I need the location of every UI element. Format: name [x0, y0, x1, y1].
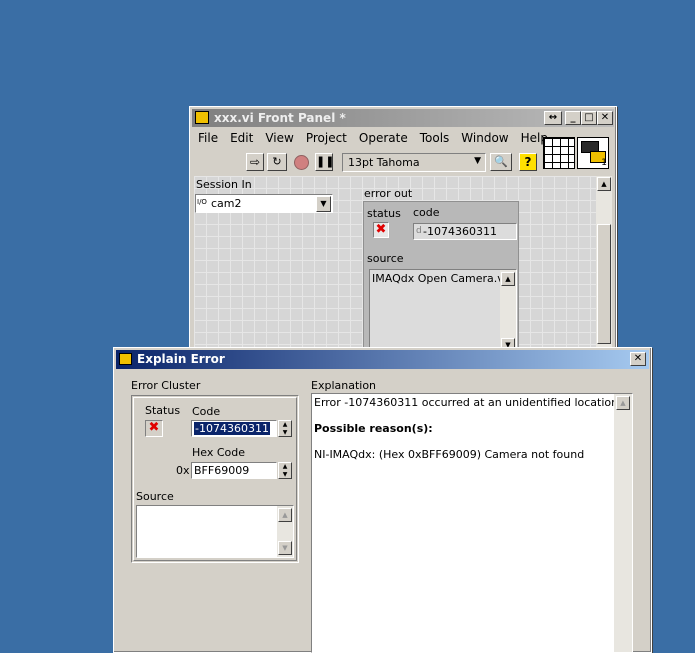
error-out-cluster: status code ✖ d -1074360311 source IMAQd…	[363, 201, 519, 355]
explanation-box[interactable]: Error -1074360311 occurred at an unident…	[311, 393, 633, 653]
hex-code-value: BFF69009	[194, 464, 250, 477]
explanation-line-2: NI-IMAQdx: (Hex 0xBFF69009) Camera not f…	[314, 448, 585, 461]
panel-vertical-scrollbar[interactable]: ▲	[596, 176, 612, 354]
dialog-status-error-icon: ✖	[145, 420, 163, 437]
connector-number: 1	[601, 158, 607, 168]
run-continuously-button[interactable]: ↻	[267, 153, 287, 171]
scroll-up-button[interactable]: ▲	[597, 177, 611, 191]
help-icon[interactable]: ?	[519, 153, 537, 171]
source-scrollbar[interactable]: ▲ ▼	[500, 270, 516, 354]
source-indicator: IMAQdx Open Camera.vi ▲ ▼	[369, 269, 517, 355]
session-in-dropdown[interactable]: ▼	[316, 196, 331, 212]
menu-operate[interactable]: Operate	[353, 128, 414, 145]
maximize-button[interactable]: □	[581, 111, 597, 125]
dialog-code-value: -1074360311	[194, 422, 270, 435]
dialog-source-label: Source	[136, 490, 174, 503]
code-stepper[interactable]: ▲ ▼	[278, 420, 292, 437]
minimize-button[interactable]: _	[565, 111, 581, 125]
dialog-source-field[interactable]: ▲ ▼	[136, 505, 294, 558]
pause-button[interactable]: ❚❚	[315, 153, 334, 171]
close-button[interactable]: ✕	[597, 111, 613, 125]
session-in-control[interactable]: I/O cam2	[195, 194, 333, 213]
font-selector-label: 13pt Tahoma	[348, 156, 420, 169]
resize-icon[interactable]: ↔	[544, 111, 562, 125]
hex-code-label: Hex Code	[192, 446, 246, 459]
hex-stepper[interactable]: ▲ ▼	[278, 462, 292, 479]
dialog-close-button[interactable]: ✕	[630, 352, 646, 366]
explanation-label: Explanation	[311, 379, 377, 392]
explanation-heading: Possible reason(s):	[314, 422, 433, 435]
scroll-thumb[interactable]	[597, 224, 611, 344]
io-icon: I/O	[197, 198, 207, 206]
source-value: IMAQdx Open Camera.vi	[372, 272, 507, 285]
run-button[interactable]: ⇨	[246, 153, 264, 171]
session-in-value: cam2	[211, 197, 242, 210]
connector-pane-icon[interactable]	[543, 137, 575, 169]
vi-icon-pane[interactable]: 1	[577, 137, 609, 169]
front-panel-titlebar[interactable]: xxx.vi Front Panel * ↔ _ □ ✕	[192, 109, 614, 127]
dialog-source-scroll-down[interactable]: ▼	[278, 541, 292, 555]
code-label: code	[413, 206, 440, 219]
error-cluster-label: Error Cluster	[131, 379, 201, 392]
chevron-down-icon: ▼	[474, 156, 481, 166]
dialog-code-label: Code	[192, 405, 221, 418]
abort-button[interactable]	[294, 155, 309, 170]
menu-project[interactable]: Project	[300, 128, 353, 145]
source-label: source	[367, 252, 404, 265]
dialog-code-field[interactable]: -1074360311	[191, 420, 277, 437]
menu-view[interactable]: View	[259, 128, 299, 145]
code-value: -1074360311	[423, 225, 497, 238]
explain-error-titlebar[interactable]: Explain Error ✕	[116, 350, 649, 369]
menu-window[interactable]: Window	[455, 128, 514, 145]
font-selector[interactable]: 13pt Tahoma ▼	[342, 153, 486, 172]
source-scroll-up[interactable]: ▲	[501, 272, 515, 286]
vi-icon	[195, 111, 209, 124]
search-icon[interactable]: 🔍	[490, 153, 512, 171]
dialog-status-label: Status	[145, 404, 181, 417]
status-label: status	[367, 207, 401, 220]
error-out-label: error out	[364, 187, 413, 200]
dialog-source-scrollbar[interactable]: ▲ ▼	[277, 506, 293, 557]
front-panel-window: xxx.vi Front Panel * ↔ _ □ ✕ File Edit Vie…	[189, 106, 617, 358]
labview-icon	[119, 353, 132, 365]
menu-file[interactable]: File	[192, 128, 224, 145]
status-error-icon: ✖	[373, 222, 389, 238]
menu-edit[interactable]: Edit	[224, 128, 259, 145]
dialog-source-scroll-up[interactable]: ▲	[278, 508, 292, 522]
error-cluster-box: Status Code ✖ -1074360311 ▲ ▼ Hex Code 0x…	[131, 395, 299, 563]
explanation-line-1: Error -1074360311 occurred at an unident…	[314, 396, 619, 409]
hex-code-field[interactable]: BFF69009	[191, 462, 277, 479]
dialog-title: Explain Error	[137, 352, 225, 366]
explanation-scroll-up[interactable]: ▲	[616, 396, 630, 410]
menu-bar: File Edit View Project Operate Tools Window Hel…	[192, 128, 554, 148]
window-title: xxx.vi Front Panel *	[214, 111, 346, 125]
hex-prefix: 0x	[176, 464, 190, 477]
menu-tools[interactable]: Tools	[414, 128, 456, 145]
explanation-scrollbar[interactable]: ▲	[614, 394, 632, 652]
explain-error-dialog: Explain Error ✕ Error Cluster Status Cod…	[113, 347, 652, 653]
code-indicator: d -1074360311	[413, 223, 517, 240]
session-in-label: Session In	[196, 178, 252, 191]
code-radix: d	[416, 226, 422, 236]
